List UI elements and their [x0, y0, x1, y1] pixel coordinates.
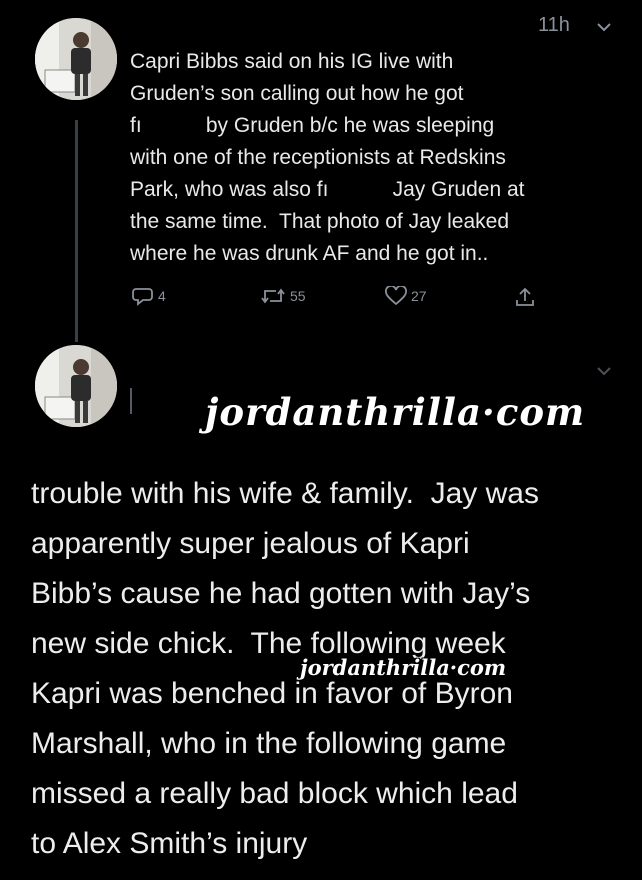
- avatar[interactable]: [35, 345, 117, 427]
- reply-button[interactable]: 4: [132, 286, 166, 306]
- reply-icon: [132, 288, 153, 306]
- watermark: jordanthrilla·com: [300, 655, 507, 680]
- tweet-actions: 4 55 27: [130, 286, 550, 310]
- tweet-timestamp: 11h: [538, 14, 570, 36]
- tweet-line: Bibb’s cause he had gotten with Jay’s: [31, 577, 531, 610]
- tweet-line: Marshall, who in the following game: [31, 727, 507, 760]
- heart-icon: [385, 286, 407, 306]
- tweet-line: where he was drunk AF and he got in..: [130, 242, 489, 265]
- like-button[interactable]: 27: [385, 286, 427, 306]
- tweet-line: apparently super jealous of Kapri: [31, 527, 470, 560]
- avatar-photo: [35, 18, 117, 100]
- share-button[interactable]: [514, 286, 536, 308]
- tweet-line: fı by Gruden b/c he was sleeping: [130, 114, 495, 137]
- avatar-photo: [35, 345, 117, 427]
- tweet-header-redacted: [130, 388, 132, 414]
- chevron-down-icon[interactable]: [596, 22, 612, 32]
- tweet-line: trouble with his wife & family. Jay was: [31, 477, 539, 510]
- tweet-line: Gruden’s son calling out how he got: [130, 82, 464, 105]
- tweet-line: with one of the receptionists at Redskin…: [130, 146, 506, 169]
- tweet-line: the same time. That photo of Jay leaked: [130, 210, 509, 233]
- retweet-button[interactable]: 55: [260, 286, 306, 306]
- reply-count: 4: [158, 288, 166, 304]
- chevron-down-icon[interactable]: [596, 366, 612, 376]
- tweet-body: Capri Bibbs said on his IG live with Gru…: [130, 46, 620, 270]
- watermark: jordanthrilla·com: [205, 390, 586, 434]
- retweet-icon: [261, 288, 285, 304]
- share-icon: [516, 287, 534, 306]
- thread-connector-line: [75, 120, 78, 342]
- tweet-line: Park, who was also fı Jay Gruden at: [130, 178, 525, 201]
- like-count: 27: [411, 288, 427, 304]
- tweet-line: Capri Bibbs said on his IG live with: [130, 50, 454, 73]
- retweet-count: 55: [290, 288, 306, 304]
- tweet-line: to Alex Smith’s injury: [31, 827, 308, 860]
- tweet-line: missed a really bad block which lead: [31, 777, 518, 810]
- avatar[interactable]: [35, 18, 117, 100]
